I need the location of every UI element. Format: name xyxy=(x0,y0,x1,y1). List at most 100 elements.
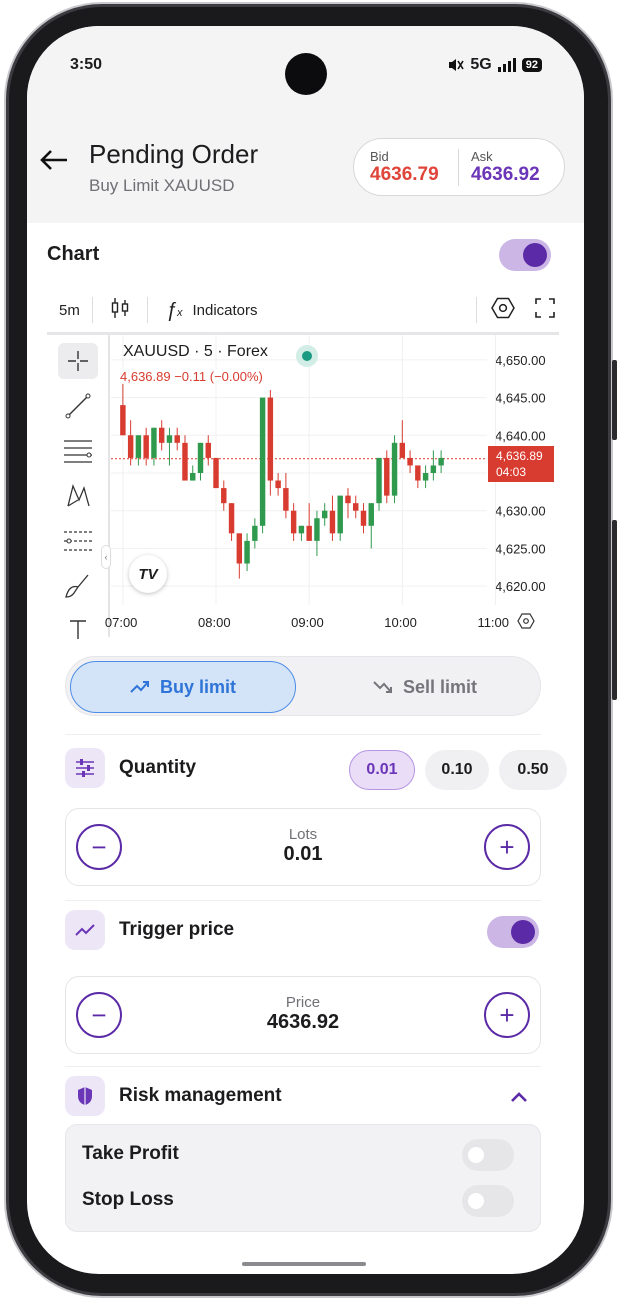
quantity-row: Quantity xyxy=(65,748,196,788)
y-tick-label: 4,645.00 xyxy=(495,391,546,406)
axis-settings-icon[interactable] xyxy=(517,613,535,634)
candle-countdown: 04:03 xyxy=(496,465,527,479)
trend-up-icon xyxy=(130,681,149,693)
candle-body xyxy=(321,510,328,519)
bid-ask-quote: Bid 4636.79 Ask 4636.92 xyxy=(353,138,565,196)
price-increase-button[interactable]: + xyxy=(484,992,530,1038)
ask-label: Ask xyxy=(471,148,493,164)
y-tick-label: 4,630.00 xyxy=(495,504,546,519)
candle-body xyxy=(360,510,367,526)
quantity-preset-0.10[interactable]: 0.10 xyxy=(425,750,489,790)
candle-body xyxy=(422,473,429,481)
lots-stepper: − Lots 0.01 + xyxy=(65,808,541,886)
price-stepper: − Price 4636.92 + xyxy=(65,976,541,1054)
candle-body xyxy=(197,442,204,473)
mute-icon xyxy=(449,59,465,71)
ask-value: 4636.92 xyxy=(471,163,540,185)
candle-body xyxy=(353,503,359,511)
candle-body xyxy=(158,427,165,443)
x-tick-label: 07:00 xyxy=(105,615,138,630)
page-title: Pending Order xyxy=(89,139,259,169)
candle-body xyxy=(376,457,382,504)
bid-value: 4636.79 xyxy=(370,163,439,185)
price-label: Price xyxy=(285,994,321,1011)
interval-button[interactable]: 5m xyxy=(47,302,92,319)
stop-loss-label: Stop Loss xyxy=(82,1189,174,1210)
settings-hexagon-icon[interactable] xyxy=(477,297,529,323)
buy-limit-button[interactable]: Buy limit xyxy=(70,661,296,713)
indicators-button[interactable]: Indicators xyxy=(192,302,257,319)
network-label: 5G xyxy=(470,56,492,73)
candle-body xyxy=(182,442,188,481)
lots-label: Lots xyxy=(288,826,318,843)
lots-increase-button[interactable]: + xyxy=(484,824,530,870)
market-status-dot xyxy=(296,345,318,367)
sell-limit-button[interactable]: Sell limit xyxy=(312,661,538,713)
last-price-label: 4,636.89 xyxy=(496,449,543,463)
candle-body xyxy=(120,405,126,436)
candle-body xyxy=(252,525,258,541)
candle-body xyxy=(391,442,398,496)
chart-toggle[interactable] xyxy=(499,239,551,271)
status-time: 3:50 xyxy=(70,56,103,73)
candle-body xyxy=(166,435,173,443)
indicators-icon[interactable]: ƒx xyxy=(148,299,193,322)
candle-body xyxy=(127,435,134,458)
x-tick-label: 08:00 xyxy=(198,615,231,630)
trigger-price-toggle[interactable] xyxy=(487,916,539,948)
candle-body xyxy=(337,495,343,534)
take-profit-toggle[interactable] xyxy=(462,1139,514,1171)
candle-body xyxy=(143,435,149,458)
camera-cutout xyxy=(285,53,327,95)
candle-body xyxy=(151,427,157,458)
candle-body xyxy=(298,525,305,534)
last-price-tag: 4,636.89 04:03 xyxy=(488,446,554,482)
candle-body xyxy=(399,442,406,458)
quantity-preset-0.01[interactable]: 0.01 xyxy=(349,750,415,790)
candle-body xyxy=(135,435,142,458)
x-tick-label: 11:00 xyxy=(477,615,509,630)
volume-button xyxy=(612,360,617,440)
sliders-icon xyxy=(65,748,105,788)
chevron-up-icon[interactable] xyxy=(509,1090,529,1108)
sell-limit-label: Sell limit xyxy=(402,676,478,697)
trigger-price-label: Trigger price xyxy=(119,919,235,940)
collapse-tools-icon[interactable]: ‹ xyxy=(101,545,111,569)
candle-body xyxy=(368,503,374,526)
candle-body xyxy=(384,457,390,496)
candle-body xyxy=(415,465,421,481)
chart-title: XAUUSD · 5 · Forex xyxy=(123,343,268,360)
quantity-preset-0.50[interactable]: 0.50 xyxy=(499,750,567,790)
candle-body xyxy=(306,525,312,541)
home-indicator[interactable] xyxy=(242,1262,366,1266)
candle-body xyxy=(345,495,351,504)
trend-down-icon xyxy=(373,681,392,693)
back-arrow-icon[interactable] xyxy=(39,148,69,178)
lots-value: 0.01 xyxy=(283,843,323,865)
candle-body xyxy=(221,488,227,504)
trend-chart-icon xyxy=(65,910,105,950)
trigger-row: Trigger price xyxy=(65,910,234,950)
signal-icon xyxy=(497,58,516,72)
y-tick-label: 4,640.00 xyxy=(495,428,546,443)
status-icons: 5G 92 xyxy=(446,56,542,74)
price-chart[interactable]: 4,650.004,645.004,640.004,635.004,630.00… xyxy=(47,332,559,639)
tradingview-logo-icon: TV xyxy=(129,555,167,593)
fullscreen-icon[interactable] xyxy=(529,298,559,322)
candle-body xyxy=(438,457,444,466)
buy-limit-label: Buy limit xyxy=(159,676,236,697)
risk-management-row[interactable]: Risk management xyxy=(65,1076,282,1116)
candle-body xyxy=(259,397,266,526)
candle-body xyxy=(190,473,196,481)
candle-body xyxy=(174,435,180,443)
price-value: 4636.92 xyxy=(266,1011,340,1033)
stop-loss-toggle[interactable] xyxy=(462,1185,514,1217)
candle-type-icon[interactable] xyxy=(93,297,147,323)
risk-options: Take Profit Stop Loss xyxy=(65,1124,541,1232)
candle-body xyxy=(228,503,235,534)
power-button xyxy=(612,520,617,700)
risk-management-label: Risk management xyxy=(119,1085,282,1106)
y-tick-label: 4,625.00 xyxy=(495,541,546,556)
chart-toolbar: 5m ƒx Indicators xyxy=(47,290,559,330)
candle-body xyxy=(407,457,413,466)
